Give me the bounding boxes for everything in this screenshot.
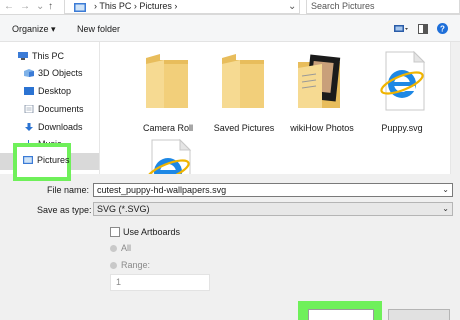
file-name: Camera Roll bbox=[142, 123, 193, 133]
vertical-scrollbar[interactable] bbox=[450, 42, 460, 174]
view-options-icon[interactable] bbox=[394, 24, 408, 34]
cancel-button[interactable] bbox=[388, 309, 450, 320]
internet-explorer-icon bbox=[146, 138, 192, 174]
range-label: Range: bbox=[121, 260, 151, 270]
toolbar bbox=[0, 15, 460, 42]
save-as-type-label: Save as type: bbox=[37, 205, 92, 215]
help-icon[interactable]: ? bbox=[437, 23, 448, 34]
save-as-type-select[interactable]: SVG (*.SVG) ⌄ bbox=[93, 202, 453, 216]
sidebar-item-pictures[interactable]: Pictures bbox=[37, 155, 70, 165]
organize-button[interactable]: Organize ▾ bbox=[12, 24, 56, 35]
save-button[interactable] bbox=[308, 309, 374, 320]
use-artboards-label: Use Artboards bbox=[123, 227, 181, 237]
range-value: 1 bbox=[116, 277, 122, 287]
up-arrow-icon[interactable]: ↑ bbox=[48, 1, 53, 12]
desktop-icon bbox=[24, 87, 34, 95]
use-artboards-checkbox[interactable] bbox=[110, 227, 120, 237]
forward-arrow-icon[interactable]: → bbox=[20, 1, 30, 12]
pictures-icon bbox=[23, 156, 33, 164]
file-name-value[interactable]: cutest_puppy-hd-wallpapers.svg bbox=[97, 185, 226, 195]
path-dropdown-icon[interactable]: ⌄ bbox=[288, 1, 296, 12]
sidebar-item-3d-objects[interactable]: 3D Objects bbox=[0, 65, 99, 82]
range-radio[interactable] bbox=[110, 262, 117, 269]
all-radio[interactable] bbox=[110, 245, 117, 252]
sidebar-item-desktop[interactable]: Desktop bbox=[0, 83, 99, 100]
download-arrow-icon bbox=[25, 123, 33, 131]
cube-icon bbox=[24, 69, 34, 77]
chevron-down-icon[interactable]: ⌄ bbox=[442, 185, 449, 194]
back-arrow-icon[interactable]: ← bbox=[4, 1, 14, 12]
computer-icon bbox=[18, 52, 28, 60]
folder-tile[interactable]: Saved Pictures bbox=[204, 46, 284, 138]
file-name: Saved Pictures bbox=[213, 123, 275, 133]
address-bar: ← → ⌄ ↑ › This PC › Pictures › ⌄ Search … bbox=[0, 0, 460, 15]
file-name: wikiHow Photos bbox=[290, 123, 354, 133]
preview-pane-icon[interactable] bbox=[418, 24, 428, 34]
file-tile[interactable] bbox=[128, 138, 208, 174]
folder-icon bbox=[222, 54, 264, 108]
recent-dropdown-icon[interactable]: ⌄ bbox=[36, 1, 44, 12]
sidebar-item-downloads[interactable]: Downloads bbox=[0, 119, 99, 136]
chevron-down-icon[interactable]: ⌄ bbox=[442, 204, 449, 213]
all-label: All bbox=[121, 243, 132, 253]
internet-explorer-icon bbox=[380, 50, 426, 111]
save-as-type-value[interactable]: SVG (*.SVG) bbox=[97, 204, 150, 214]
file-name-field[interactable]: cutest_puppy-hd-wallpapers.svg ⌄ bbox=[93, 183, 453, 197]
breadcrumb[interactable]: › This PC › Pictures › bbox=[94, 1, 177, 11]
new-folder-button[interactable]: New folder bbox=[77, 24, 120, 34]
file-name-label: File name: bbox=[47, 185, 90, 195]
folder-tile[interactable]: Camera Roll bbox=[128, 46, 208, 138]
folder-icon bbox=[146, 54, 188, 108]
sidebar-item-documents[interactable]: Documents bbox=[0, 101, 99, 118]
range-input[interactable] bbox=[110, 274, 210, 291]
file-tile[interactable]: Puppy.svg bbox=[362, 46, 442, 138]
folder-tile[interactable]: wikiHow Photos bbox=[282, 46, 362, 138]
search-input[interactable]: Search Pictures bbox=[311, 1, 375, 11]
pictures-location-icon bbox=[74, 3, 86, 12]
sidebar-item-this-pc[interactable]: This PC bbox=[0, 48, 99, 65]
svg-text:?: ? bbox=[440, 25, 445, 34]
photos-folder-icon bbox=[298, 54, 341, 108]
file-name: Puppy.svg bbox=[381, 123, 423, 133]
file-list: Camera Roll Saved Pictures wikiHow Photo… bbox=[100, 42, 460, 174]
documents-icon bbox=[24, 105, 34, 113]
